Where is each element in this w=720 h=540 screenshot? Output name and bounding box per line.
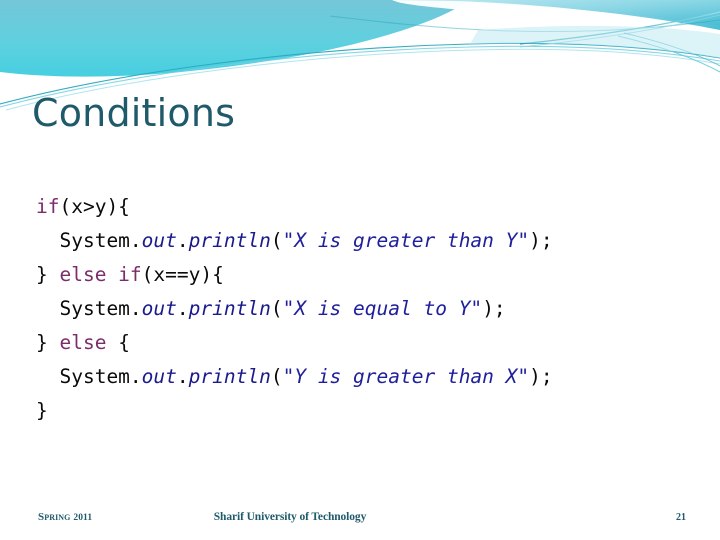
code-token-plain: ( bbox=[270, 365, 283, 388]
code-line: System.out.println("X is equal to Y"); bbox=[36, 292, 708, 326]
code-token-field: println bbox=[188, 365, 271, 388]
code-token-field: out bbox=[141, 365, 177, 388]
code-token-plain: (x==y){ bbox=[141, 263, 224, 286]
code-token-string: "X is greater than Y" bbox=[282, 229, 530, 252]
footer-organization: Sharif University of Technology bbox=[213, 511, 367, 523]
code-token-plain: } bbox=[36, 399, 48, 422]
code-token-plain: ); bbox=[529, 229, 553, 252]
code-token-field: out bbox=[141, 297, 177, 320]
code-token-plain: System. bbox=[59, 297, 142, 320]
code-token-string: "X is equal to Y" bbox=[282, 297, 483, 320]
code-token-plain: ( bbox=[270, 229, 283, 252]
slide: Conditions if(x>y){ System.out.println("… bbox=[0, 0, 720, 540]
code-token-plain: . bbox=[176, 297, 189, 320]
code-token-plain: System. bbox=[59, 365, 142, 388]
code-line: } bbox=[36, 394, 708, 428]
code-token-plain: { bbox=[106, 331, 130, 354]
code-token-string: "Y is greater than X" bbox=[282, 365, 530, 388]
code-token-plain: (x>y){ bbox=[59, 195, 130, 218]
code-line: if(x>y){ bbox=[36, 190, 708, 224]
code-line: } else if(x==y){ bbox=[36, 258, 708, 292]
code-token-plain: ); bbox=[529, 365, 553, 388]
footer-page-number: 21 bbox=[676, 512, 686, 523]
code-line: System.out.println("Y is greater than X"… bbox=[36, 360, 708, 394]
code-token-field: println bbox=[188, 229, 271, 252]
code-token-plain: . bbox=[176, 365, 189, 388]
code-line: } else { bbox=[36, 326, 708, 360]
code-token-field: out bbox=[141, 229, 177, 252]
code-line: System.out.println("X is greater than Y"… bbox=[36, 224, 708, 258]
code-token-plain: . bbox=[176, 229, 189, 252]
code-token-keyword: else bbox=[59, 331, 107, 354]
code-token-plain: } bbox=[36, 263, 60, 286]
code-block: if(x>y){ System.out.println("X is greate… bbox=[36, 190, 708, 428]
page-title: Conditions bbox=[32, 91, 236, 135]
slide-footer: Spring 2011 Sharif University of Technol… bbox=[0, 508, 720, 532]
code-token-plain: ( bbox=[270, 297, 283, 320]
code-token-plain: } bbox=[36, 331, 60, 354]
code-token-keyword: if bbox=[36, 195, 60, 218]
code-token-field: println bbox=[188, 297, 271, 320]
code-token-keyword: else if bbox=[59, 263, 142, 286]
code-token-plain: ); bbox=[482, 297, 506, 320]
code-token-plain: System. bbox=[59, 229, 142, 252]
